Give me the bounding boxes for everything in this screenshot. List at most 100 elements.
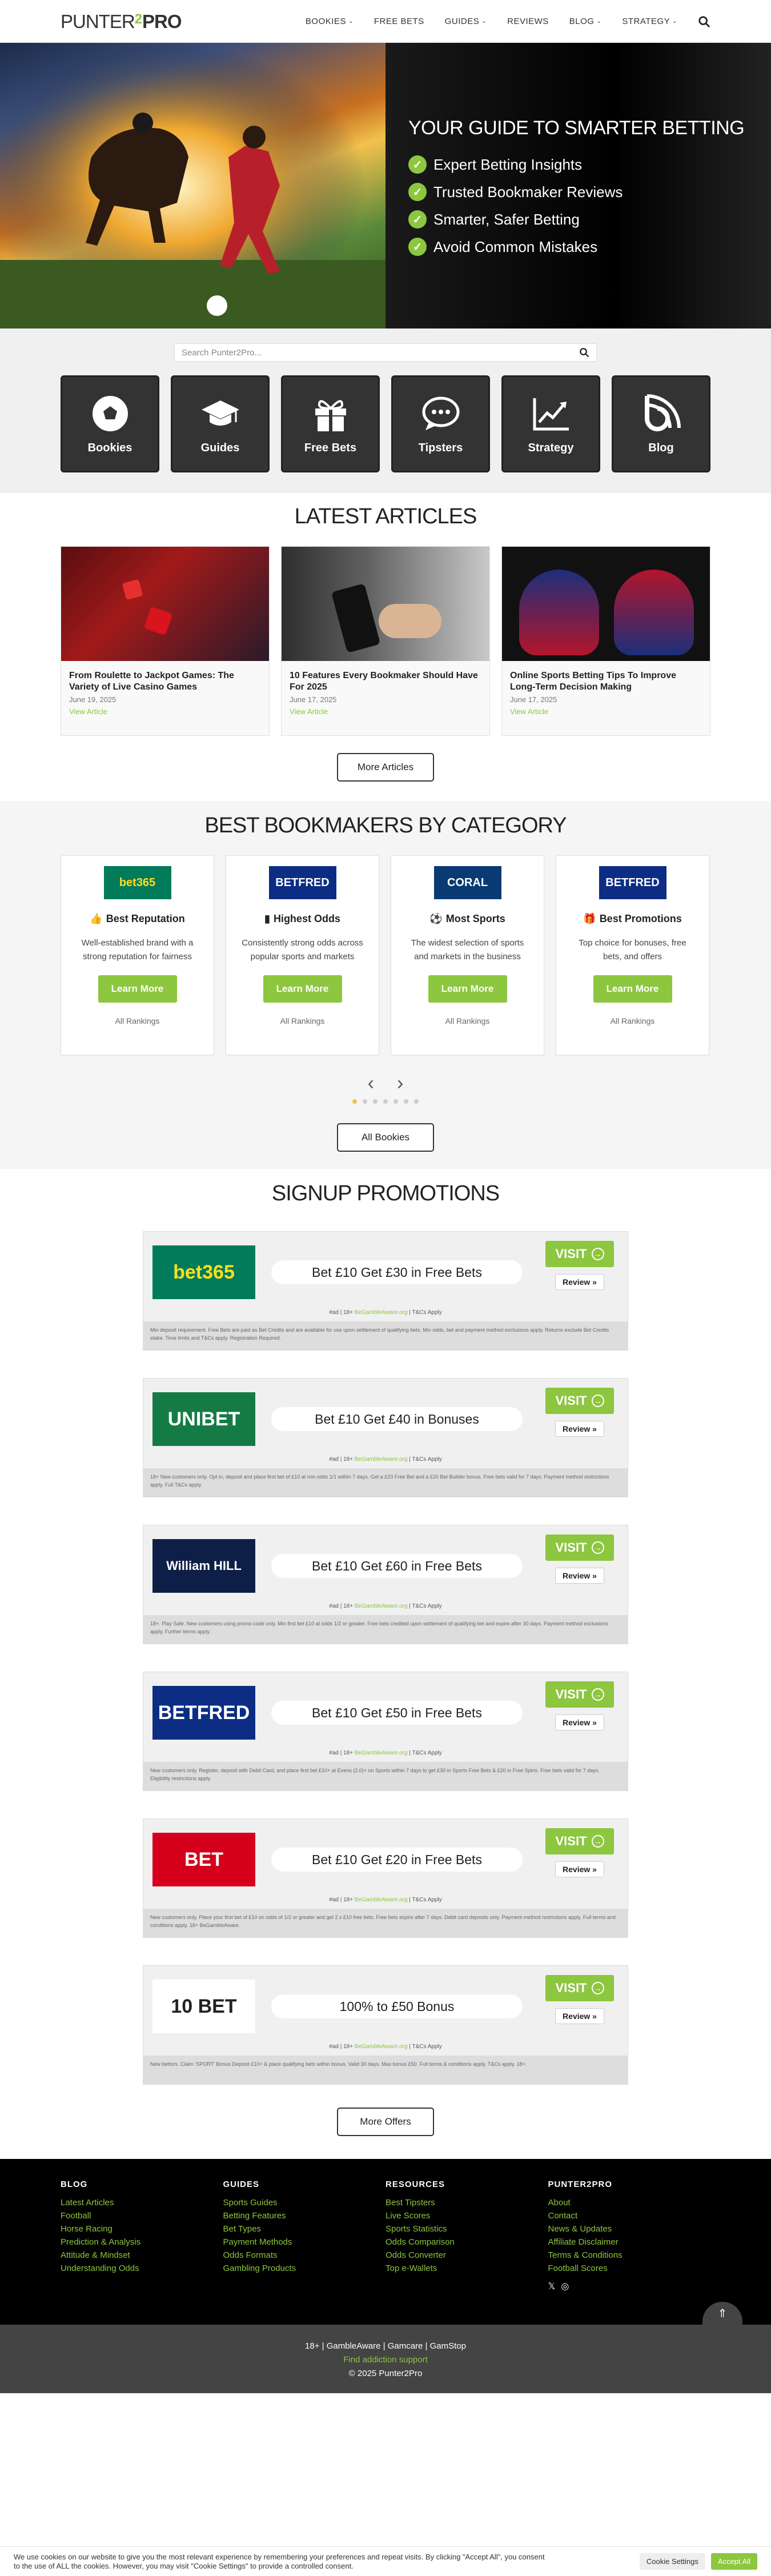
bookie-logo[interactable]: BETFRED — [599, 866, 666, 899]
learn-more-button[interactable]: Learn More — [263, 975, 342, 1003]
carousel-dot[interactable] — [383, 1099, 388, 1104]
footer-link[interactable]: Latest Articles — [61, 2196, 223, 2209]
view-article-link[interactable]: View Article — [290, 707, 481, 716]
all-rankings-link[interactable]: All Rankings — [445, 1016, 490, 1025]
footer-link[interactable]: Gambling Products — [223, 2262, 386, 2275]
visit-button[interactable]: VISIT → — [545, 1241, 614, 1267]
category-strategy[interactable]: Strategy — [501, 375, 600, 472]
review-button[interactable]: Review » — [555, 1568, 604, 1584]
category-blog[interactable]: Blog — [612, 375, 710, 472]
footer-link[interactable]: Sports Guides — [223, 2196, 386, 2209]
chevron-right-icon[interactable]: › — [397, 1072, 403, 1095]
site-logo[interactable]: PUNTER 2 PRO — [61, 11, 182, 33]
footer-link[interactable]: Football Scores — [548, 2262, 711, 2275]
accept-all-button[interactable]: Accept All — [710, 2553, 757, 2570]
review-button[interactable]: Review » — [555, 1714, 604, 1730]
promo-brand-logo[interactable]: William HILL — [152, 1539, 255, 1593]
review-button[interactable]: Review » — [555, 1274, 604, 1290]
footer-link[interactable]: Bet Types — [223, 2222, 386, 2236]
footer-link[interactable]: Understanding Odds — [61, 2262, 223, 2275]
nav-item-strategy[interactable]: STRATEGY ⌄ — [622, 17, 677, 26]
review-button[interactable]: Review » — [555, 1861, 604, 1877]
gambleaware-link[interactable]: BeGambleAware.org — [355, 1897, 408, 1903]
nav-item-free-bets[interactable]: FREE BETS — [374, 17, 424, 26]
gambleaware-link[interactable]: BeGambleAware.org — [355, 2044, 408, 2050]
view-article-link[interactable]: View Article — [510, 707, 702, 716]
promo-brand-logo[interactable]: 10 BET — [152, 1980, 255, 2033]
review-button[interactable]: Review » — [555, 2008, 604, 2024]
find-support-link[interactable]: Find addiction support — [0, 2353, 771, 2367]
article-card[interactable]: Online Sports Betting Tips To Improve Lo… — [501, 546, 710, 736]
learn-more-button[interactable]: Learn More — [428, 975, 507, 1003]
footer-link[interactable]: Football — [61, 2209, 223, 2222]
carousel-dot[interactable] — [393, 1099, 398, 1104]
footer-link[interactable]: Attitude & Mindset — [61, 2249, 223, 2262]
carousel-dot[interactable] — [352, 1099, 357, 1104]
footer-link[interactable]: Horse Racing — [61, 2222, 223, 2236]
category-tipsters[interactable]: Tipsters — [391, 375, 490, 472]
footer-link[interactable]: Odds Converter — [386, 2249, 548, 2262]
footer-link[interactable]: Odds Comparison — [386, 2236, 548, 2249]
learn-more-button[interactable]: Learn More — [593, 975, 672, 1003]
all-bookies-button[interactable]: All Bookies — [337, 1123, 434, 1152]
cookie-settings-button[interactable]: Cookie Settings — [639, 2553, 705, 2570]
promo-brand-logo[interactable]: BET — [152, 1833, 255, 1886]
carousel-dot[interactable] — [414, 1099, 419, 1104]
footer-link[interactable]: Live Scores — [386, 2209, 548, 2222]
gambleaware-link[interactable]: BeGambleAware.org — [355, 1456, 408, 1463]
all-rankings-link[interactable]: All Rankings — [611, 1016, 655, 1025]
nav-item-bookies[interactable]: BOOKIES ⌄ — [306, 17, 354, 26]
review-button[interactable]: Review » — [555, 1421, 604, 1437]
category-bookies[interactable]: Bookies — [61, 375, 159, 472]
article-card[interactable]: 10 Features Every Bookmaker Should Have … — [281, 546, 490, 736]
carousel-dot[interactable] — [373, 1099, 378, 1104]
nav-item-guides[interactable]: GUIDES ⌄ — [445, 17, 487, 26]
visit-button[interactable]: VISIT → — [545, 1828, 614, 1854]
footer-link[interactable]: Top e-Wallets — [386, 2262, 548, 2275]
bookie-logo[interactable]: BETFRED — [268, 866, 336, 899]
footer-link[interactable]: Best Tipsters — [386, 2196, 548, 2209]
footer-link[interactable]: Contact — [548, 2209, 711, 2222]
twitter-icon[interactable]: 𝕏 — [548, 2281, 556, 2292]
footer-link[interactable]: Prediction & Analysis — [61, 2236, 223, 2249]
gambleaware-link[interactable]: BeGambleAware.org — [355, 1750, 408, 1756]
bookie-logo[interactable]: CORAL — [433, 866, 501, 899]
footer-link[interactable]: Affiliate Disclaimer — [548, 2236, 711, 2249]
promo-brand-logo[interactable]: bet365 — [152, 1245, 255, 1299]
search-icon[interactable] — [579, 347, 589, 358]
footer-link[interactable]: Payment Methods — [223, 2236, 386, 2249]
gambleaware-link[interactable]: BeGambleAware.org — [355, 1309, 408, 1316]
promo-brand-logo[interactable]: UNIBET — [152, 1392, 255, 1446]
chevron-left-icon[interactable]: ‹ — [368, 1072, 374, 1095]
responsible-gambling-links[interactable]: 18+ | GambleAware | Gamcare | GamStop — [0, 2339, 771, 2353]
visit-button[interactable]: VISIT → — [545, 1535, 614, 1561]
visit-button[interactable]: VISIT → — [545, 1975, 614, 2001]
article-card[interactable]: From Roulette to Jackpot Games: The Vari… — [61, 546, 270, 736]
visit-button[interactable]: VISIT → — [545, 1681, 614, 1708]
footer-link[interactable]: News & Updates — [548, 2222, 711, 2236]
search-icon[interactable] — [698, 15, 710, 28]
view-article-link[interactable]: View Article — [69, 707, 261, 716]
visit-button[interactable]: VISIT → — [545, 1388, 614, 1414]
learn-more-button[interactable]: Learn More — [98, 975, 177, 1003]
back-to-top-button[interactable]: ⇑ — [702, 2302, 742, 2325]
footer-link[interactable]: Betting Features — [223, 2209, 386, 2222]
footer-link[interactable]: Sports Statistics — [386, 2222, 548, 2236]
footer-link[interactable]: About — [548, 2196, 711, 2209]
all-rankings-link[interactable]: All Rankings — [280, 1016, 325, 1025]
nav-item-reviews[interactable]: REVIEWS — [507, 17, 549, 26]
more-articles-button[interactable]: More Articles — [337, 753, 434, 782]
category-free-bets[interactable]: Free Bets — [281, 375, 380, 472]
instagram-icon[interactable]: ◎ — [561, 2281, 569, 2292]
more-offers-button[interactable]: More Offers — [337, 2108, 434, 2136]
carousel-dot[interactable] — [404, 1099, 408, 1104]
all-rankings-link[interactable]: All Rankings — [115, 1016, 160, 1025]
gambleaware-link[interactable]: BeGambleAware.org — [355, 1603, 408, 1609]
footer-link[interactable]: Odds Formats — [223, 2249, 386, 2262]
promo-brand-logo[interactable]: BETFRED — [152, 1686, 255, 1740]
search-input[interactable]: Search Punter2Pro... — [174, 343, 597, 362]
footer-link[interactable]: Terms & Conditions — [548, 2249, 711, 2262]
category-guides[interactable]: Guides — [171, 375, 270, 472]
bookie-logo[interactable]: bet365 — [103, 866, 171, 899]
carousel-dot[interactable] — [363, 1099, 367, 1104]
